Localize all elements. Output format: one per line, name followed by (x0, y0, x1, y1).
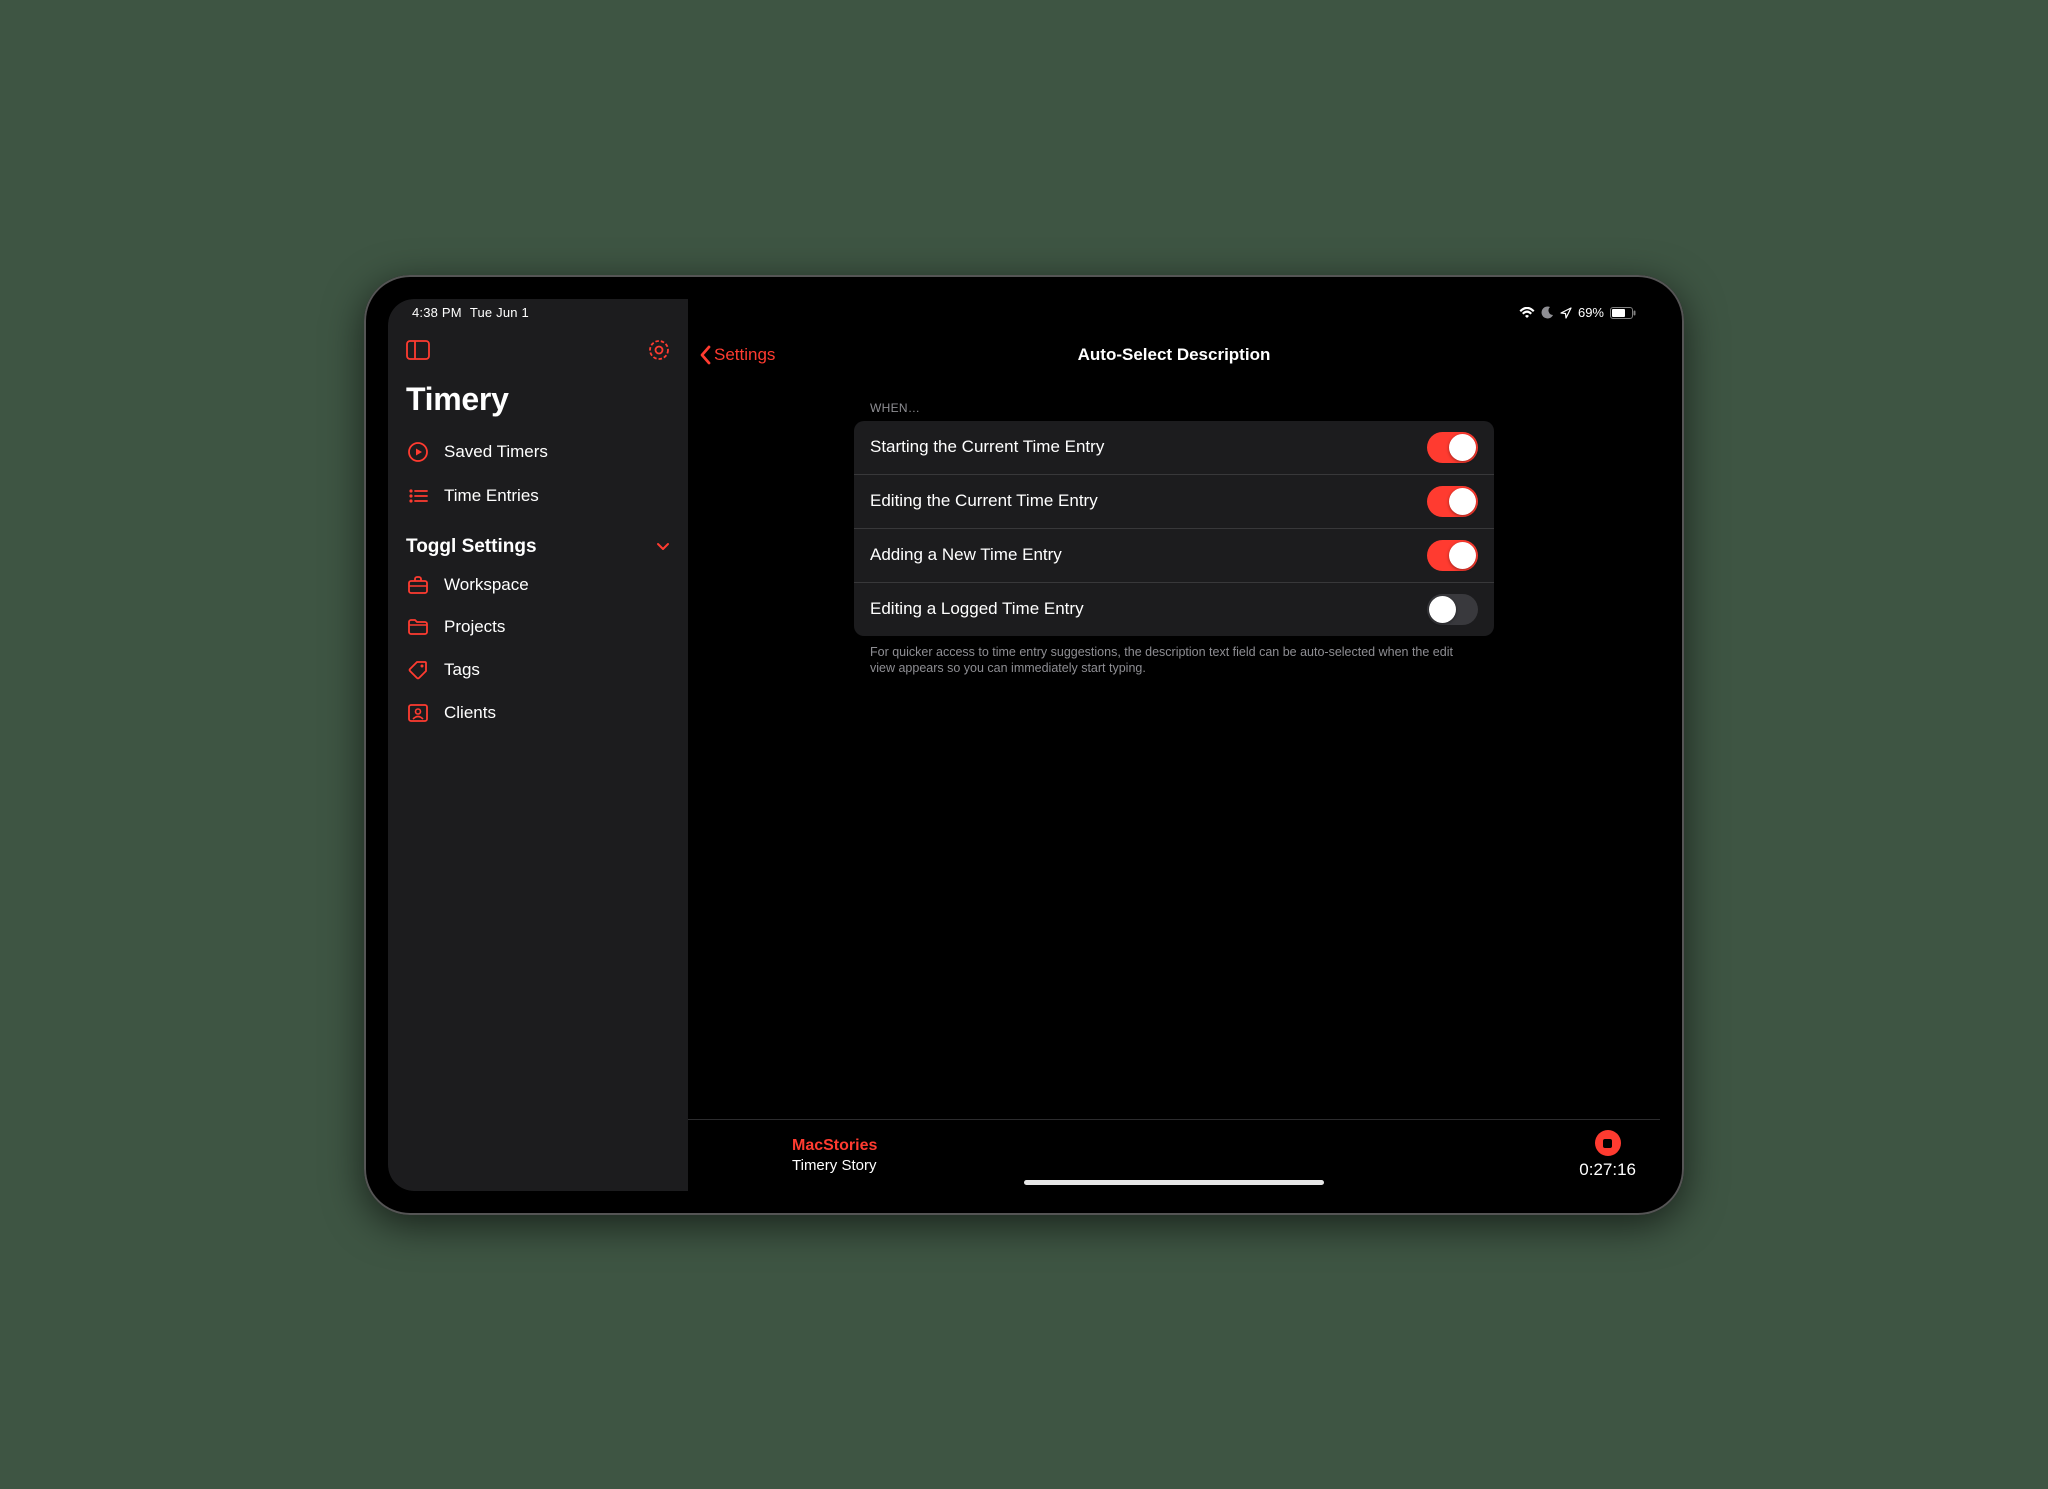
row-label: Editing the Current Time Entry (870, 491, 1098, 511)
sidebar-item-label: Tags (444, 660, 480, 680)
row-starting-current: Starting the Current Time Entry (854, 421, 1494, 475)
toggle-adding-new[interactable] (1427, 540, 1478, 571)
row-editing-current: Editing the Current Time Entry (854, 475, 1494, 529)
status-right: 69% (1519, 305, 1636, 320)
now-playing-bar[interactable]: MacStories Timery Story 0:27:16 (688, 1119, 1660, 1191)
sidebar-item-clients[interactable]: Clients (388, 692, 688, 734)
sidebar-toggle-icon[interactable] (406, 340, 430, 360)
tag-icon (406, 659, 430, 681)
sidebar-item-tags[interactable]: Tags (388, 648, 688, 692)
sidebar-item-workspace[interactable]: Workspace (388, 564, 688, 606)
content-scroll[interactable]: WHEN… Starting the Current Time Entry Ed… (688, 377, 1660, 1119)
section-toggl-settings[interactable]: Toggl Settings (388, 518, 688, 564)
briefcase-icon (406, 575, 430, 595)
home-indicator[interactable] (1024, 1180, 1324, 1185)
chevron-down-icon (656, 536, 670, 558)
stop-icon (1603, 1139, 1612, 1148)
sidebar-item-label: Clients (444, 703, 496, 723)
nav-bar: Settings Auto-Select Description (688, 333, 1660, 377)
play-circle-icon (406, 441, 430, 463)
screen: 4:38 PM Tue Jun 1 69% (388, 299, 1660, 1191)
sidebar-item-time-entries[interactable]: Time Entries (388, 474, 688, 518)
folder-icon (406, 618, 430, 636)
row-label: Adding a New Time Entry (870, 545, 1062, 565)
status-time: 4:38 PM (412, 305, 462, 320)
group-header: WHEN… (854, 391, 1494, 421)
sidebar-item-label: Workspace (444, 575, 529, 595)
gear-icon[interactable] (648, 339, 670, 361)
status-bar: 4:38 PM Tue Jun 1 69% (388, 299, 1660, 323)
page-title: Auto-Select Description (1078, 345, 1271, 365)
row-label: Editing a Logged Time Entry (870, 599, 1084, 619)
toggle-starting-current[interactable] (1427, 432, 1478, 463)
battery-percent: 69% (1578, 305, 1604, 320)
battery-icon (1610, 307, 1636, 319)
sidebar-item-label: Saved Timers (444, 442, 548, 462)
back-label: Settings (714, 345, 775, 365)
row-editing-logged: Editing a Logged Time Entry (854, 583, 1494, 636)
chevron-left-icon (698, 344, 712, 366)
status-date: Tue Jun 1 (470, 305, 529, 320)
main-panel: Settings Auto-Select Description WHEN… S… (688, 299, 1660, 1191)
location-icon (1560, 307, 1572, 319)
sidebar-item-saved-timers[interactable]: Saved Timers (388, 430, 688, 474)
elapsed-time: 0:27:16 (1579, 1160, 1636, 1180)
row-adding-new: Adding a New Time Entry (854, 529, 1494, 583)
toggle-editing-logged[interactable] (1427, 594, 1478, 625)
sidebar-item-label: Projects (444, 617, 505, 637)
group-footer: For quicker access to time entry suggest… (854, 636, 1494, 686)
sidebar: Timery Saved Timers Time Entries Toggl S… (388, 299, 688, 1191)
person-card-icon (406, 703, 430, 723)
current-description: Timery Story (792, 1157, 877, 1174)
back-button[interactable]: Settings (698, 333, 775, 377)
section-title: Toggl Settings (406, 536, 537, 558)
sidebar-item-projects[interactable]: Projects (388, 606, 688, 648)
app-root: Timery Saved Timers Time Entries Toggl S… (388, 299, 1660, 1191)
settings-group: Starting the Current Time Entry Editing … (854, 421, 1494, 636)
row-label: Starting the Current Time Entry (870, 437, 1104, 457)
app-title: Timery (388, 371, 688, 430)
current-project: MacStories (792, 1137, 877, 1155)
toggle-editing-current[interactable] (1427, 486, 1478, 517)
wifi-icon (1519, 307, 1535, 319)
sidebar-item-label: Time Entries (444, 486, 539, 506)
stop-button[interactable] (1595, 1130, 1621, 1156)
list-icon (406, 485, 430, 507)
device-frame: 4:38 PM Tue Jun 1 69% (364, 275, 1684, 1215)
moon-icon (1541, 306, 1554, 319)
